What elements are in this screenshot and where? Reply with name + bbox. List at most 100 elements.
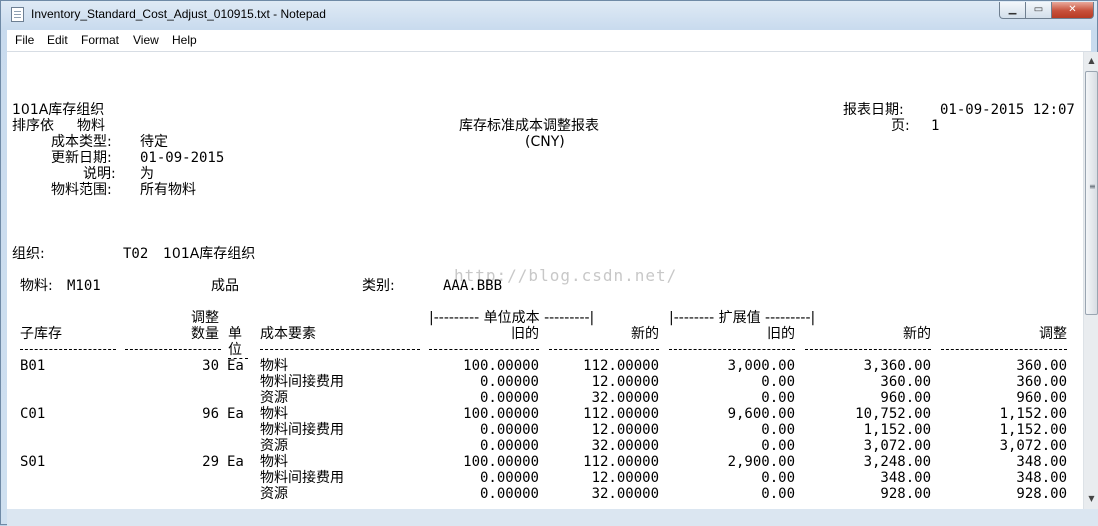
old-cost-cell: 0.00000 [479,438,539,454]
old-cost-cell: 100.00000 [463,358,539,374]
ext-old-cell: 9,600.00 [727,406,795,422]
header-rule [20,349,116,350]
org-code: T02 [123,246,149,262]
item-range-value: 所有物料 [140,182,196,198]
old-cost-cell: 100.00000 [463,454,539,470]
element-cell: 资源 [260,438,288,454]
element-cell: 物料 [260,406,288,422]
new-cost-cell: 32.00000 [591,438,659,454]
uom-cell: Ea [227,406,244,422]
ext-new-cell: 360.00 [880,374,931,390]
element-cell: 物料间接费用 [260,374,344,390]
old-cost-cell: 0.00000 [479,486,539,502]
sort-label: 排序依 [12,118,54,134]
report-date-label: 报表日期: [843,102,904,118]
ext-new-cell: 960.00 [880,390,931,406]
item-label: 物料: [20,278,53,294]
org-label: 组织: [12,246,45,262]
new-cost-cell: 32.00000 [591,390,659,406]
new-cost-cell: 12.00000 [591,374,659,390]
page-label: 页: [891,118,910,134]
ext-old-cell: 0.00 [761,374,795,390]
title-bar[interactable]: Inventory_Standard_Cost_Adjust_010915.tx… [1,1,1097,29]
uom-header-1: 单 [228,326,242,342]
cost-type-label: 成本类型: [51,134,112,150]
menu-file[interactable]: File [15,33,34,47]
menu-help[interactable]: Help [172,33,197,47]
old-cost-cell: 0.00000 [479,422,539,438]
element-cell: 资源 [260,486,288,502]
ext-old-cell: 3,000.00 [727,358,795,374]
grip-icon: ≡ [1089,182,1096,191]
sort-value: 物料 [77,118,105,134]
adj-qty-header-2: 数量 [191,326,219,342]
category-value: AAA.BBB [443,278,503,294]
ext-new-cell: 928.00 [880,486,931,502]
new-cost-header: 新的 [631,326,659,342]
header-rule [941,349,1067,350]
item-range-label: 物料范围: [51,182,112,198]
adjust-cell: 348.00 [1016,470,1067,486]
update-date-value: 01-09-2015 [140,150,225,166]
minimize-button[interactable]: ▁ [999,2,1026,19]
ext-old-cell: 0.00 [761,438,795,454]
adjust-cell: 360.00 [1016,358,1067,374]
scroll-down-arrow-icon[interactable]: ▼ [1084,491,1098,507]
org-name: 101A库存组织 [163,246,256,262]
old-cost-header: 旧的 [511,326,539,342]
report-date-value: 01-09-2015 12:07 [940,102,1075,118]
vertical-scrollbar[interactable]: ▲ ≡ ▼ [1083,52,1098,509]
new-cost-cell: 12.00000 [591,470,659,486]
text-editor[interactable]: 101A库存组织 排序依 物料 库存标准成本调整报表 (CNY) 报表日期: 0… [7,52,1083,509]
ext-new-cell: 10,752.00 [855,406,931,422]
description-label: 说明: [83,166,116,182]
header-rule [669,349,795,350]
element-cell: 物料 [260,454,288,470]
ext-old-cell: 0.00 [761,486,795,502]
ext-old-cell: 2,900.00 [727,454,795,470]
menu-bar: File Edit Format View Help [7,30,1091,52]
adjust-cell: 360.00 [1016,374,1067,390]
subinv-cell: B01 [20,358,46,374]
element-header: 成本要素 [260,326,316,342]
category-label: 类别: [362,278,395,294]
ext-new-header: 新的 [903,326,931,342]
header-rule [549,349,659,350]
new-cost-cell: 112.00000 [583,406,659,422]
maximize-button[interactable]: ▭ [1025,2,1052,19]
adjust-cell: 3,072.00 [999,438,1067,454]
adjust-cell: 960.00 [1016,390,1067,406]
qty-cell: 96 [202,406,219,422]
uom-header-2: 位 [228,342,242,358]
qty-cell: 29 [202,454,219,470]
ext-old-cell: 0.00 [761,470,795,486]
subinv-cell: C01 [20,406,46,422]
description-value: 为 [140,166,154,182]
old-cost-cell: 0.00000 [479,374,539,390]
new-cost-cell: 12.00000 [591,422,659,438]
adj-qty-header-1: 调整 [191,310,219,326]
subinv-cell: S01 [20,454,46,470]
new-cost-cell: 112.00000 [583,358,659,374]
item-value: M101 [67,278,101,294]
header-rule [805,349,931,350]
scroll-up-arrow-icon[interactable]: ▲ [1084,53,1098,69]
ext-old-cell: 0.00 [761,390,795,406]
ext-old-header: 旧的 [767,326,795,342]
notepad-icon [11,7,24,22]
ext-new-cell: 3,248.00 [863,454,931,470]
menu-edit[interactable]: Edit [47,33,68,47]
item-type: 成品 [211,278,239,294]
menu-view[interactable]: View [133,33,159,47]
header-rule [260,349,420,350]
subinv-header: 子库存 [20,326,62,342]
adjust-cell: 348.00 [1016,454,1067,470]
scroll-thumb[interactable]: ≡ [1085,71,1098,315]
org-header: 101A库存组织 [12,102,105,118]
page-value: 1 [931,118,940,134]
menu-format[interactable]: Format [81,33,119,47]
close-button[interactable]: ✕ [1051,2,1094,19]
new-cost-cell: 32.00000 [591,486,659,502]
ext-old-cell: 0.00 [761,422,795,438]
header-rule [125,349,221,350]
